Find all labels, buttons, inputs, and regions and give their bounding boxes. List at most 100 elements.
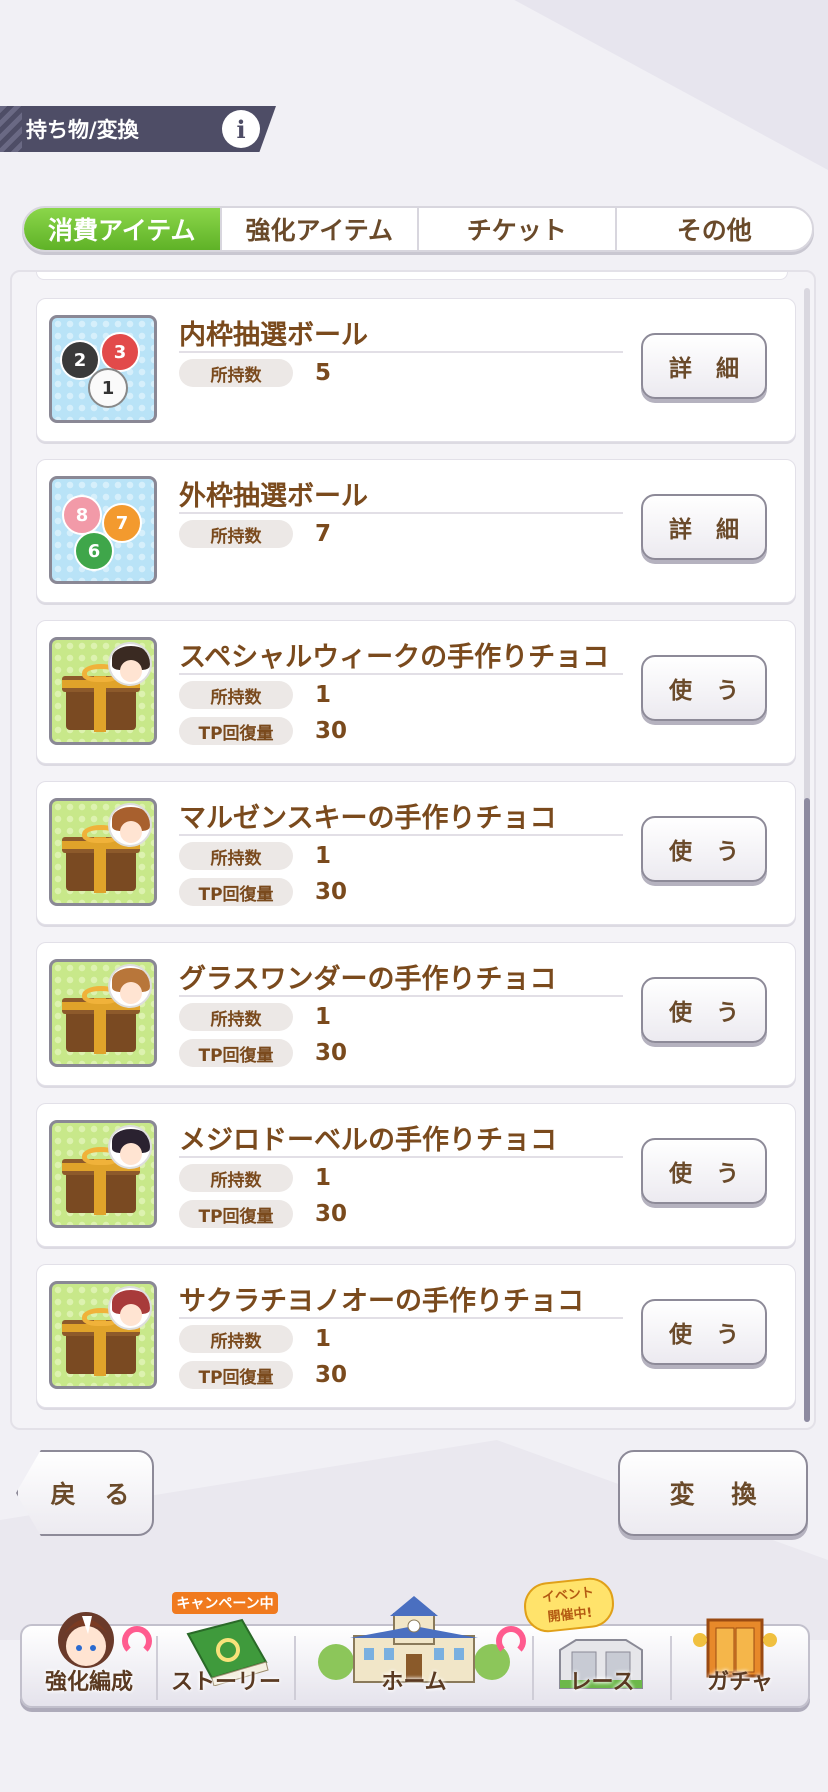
tp-row: TP回復量 30 — [179, 1039, 347, 1067]
back-button[interactable]: 戻 る — [16, 1450, 154, 1536]
tp-value: 30 — [315, 1201, 348, 1227]
divider — [179, 673, 623, 675]
use-button[interactable]: 使 う — [641, 977, 767, 1043]
item-card: グラスワンダーの手作りチョコ 所持数 1 TP回復量 30 使 う — [36, 942, 796, 1086]
nav-label: レース — [569, 1670, 635, 1695]
tab-others[interactable]: その他 — [614, 208, 813, 250]
owned-count: 1 — [315, 1165, 332, 1191]
chocolate-gift-icon — [49, 1120, 157, 1228]
item-card: スペシャルウィークの手作りチョコ 所持数 1 TP回復量 30 使 う — [36, 620, 796, 764]
item-card: 8 7 6 外枠抽選ボール 所持数 7 詳 細 — [36, 459, 796, 603]
page-title: 持ち物/変換 — [26, 118, 139, 142]
owned-row: 所持数 7 — [179, 520, 331, 548]
tp-row: TP回復量 30 — [179, 1200, 347, 1228]
character-avatar — [108, 642, 152, 686]
nav-label: ホーム — [381, 1670, 447, 1695]
nav-enhance-formation[interactable]: 強化編成 — [22, 1580, 156, 1710]
item-name: マルゼンスキーの手作りチョコ — [179, 803, 557, 834]
item-card: 2 3 1 内枠抽選ボール 所持数 5 詳 細 — [36, 298, 796, 442]
owned-label: 所持数 — [179, 1164, 293, 1192]
item-name: 外枠抽選ボール — [179, 481, 368, 512]
owned-row: 所持数 5 — [179, 359, 331, 387]
owned-row: 所持数 1 — [179, 681, 331, 709]
tab-consumables[interactable]: 消費アイテム — [24, 208, 220, 250]
tp-row: TP回復量 30 — [179, 1361, 347, 1389]
divider — [179, 1317, 623, 1319]
owned-row: 所持数 1 — [179, 1003, 331, 1031]
nav-home[interactable]: ホーム — [296, 1580, 532, 1710]
divider — [179, 995, 623, 997]
ball-icon: 8 — [62, 495, 102, 535]
owned-count: 5 — [315, 360, 332, 386]
convert-button[interactable]: 変 換 — [618, 1450, 808, 1536]
details-button[interactable]: 詳 細 — [641, 494, 767, 560]
owned-row: 所持数 1 — [179, 842, 331, 870]
use-button[interactable]: 使 う — [641, 655, 767, 721]
details-button[interactable]: 詳 細 — [641, 333, 767, 399]
tp-row: TP回復量 30 — [179, 878, 347, 906]
owned-count: 7 — [315, 521, 332, 547]
scrollbar-thumb[interactable] — [804, 798, 810, 1422]
chocolate-gift-icon — [49, 959, 157, 1067]
scrollbar[interactable] — [804, 288, 810, 1422]
owned-label: 所持数 — [179, 359, 293, 387]
category-tabs: 消費アイテム 強化アイテム チケット その他 — [22, 206, 814, 252]
owned-label: 所持数 — [179, 1325, 293, 1353]
tp-label: TP回復量 — [179, 717, 293, 745]
tp-value: 30 — [315, 718, 348, 744]
owned-label: 所持数 — [179, 1003, 293, 1031]
chocolate-gift-icon — [49, 1281, 157, 1389]
tp-label: TP回復量 — [179, 878, 293, 906]
use-button[interactable]: 使 う — [641, 1138, 767, 1204]
owned-label: 所持数 — [179, 681, 293, 709]
nav-label: ガチャ — [707, 1670, 773, 1695]
item-name: スペシャルウィークの手作りチョコ — [179, 642, 610, 673]
nav-story[interactable]: ストーリー — [158, 1580, 294, 1710]
character-avatar — [108, 1286, 152, 1330]
item-name: 内枠抽選ボール — [179, 320, 368, 351]
nav-race[interactable]: レース — [534, 1580, 670, 1710]
info-button[interactable]: i — [222, 110, 260, 148]
notification-horseshoe-icon — [122, 1626, 152, 1656]
owned-label: 所持数 — [179, 520, 293, 548]
item-name: メジロドーベルの手作りチョコ — [179, 1125, 557, 1156]
inner-lottery-balls-icon: 2 3 1 — [49, 315, 157, 423]
owned-row: 所持数 1 — [179, 1164, 331, 1192]
owned-count: 1 — [315, 843, 332, 869]
use-button[interactable]: 使 う — [641, 816, 767, 882]
item-name: グラスワンダーの手作りチョコ — [179, 964, 557, 995]
title-stripes — [0, 106, 22, 152]
item-card: サクラチヨノオーの手作りチョコ 所持数 1 TP回復量 30 使 う — [36, 1264, 796, 1408]
tp-row: TP回復量 30 — [179, 717, 347, 745]
outer-lottery-balls-icon: 8 7 6 — [49, 476, 157, 584]
nav-gacha[interactable]: ガチャ — [672, 1580, 808, 1710]
tp-label: TP回復量 — [179, 1039, 293, 1067]
tp-value: 30 — [315, 1040, 348, 1066]
tp-value: 30 — [315, 879, 348, 905]
character-avatar — [108, 964, 152, 1008]
item-card: マルゼンスキーの手作りチョコ 所持数 1 TP回復量 30 使 う — [36, 781, 796, 925]
divider — [179, 512, 623, 514]
nav-label: ストーリー — [170, 1670, 281, 1695]
divider — [179, 351, 623, 353]
tab-tickets[interactable]: チケット — [417, 208, 615, 250]
previous-item-card-edge — [36, 272, 788, 280]
tp-label: TP回復量 — [179, 1200, 293, 1228]
owned-count: 1 — [315, 1326, 332, 1352]
owned-row: 所持数 1 — [179, 1325, 331, 1353]
chocolate-gift-icon — [49, 798, 157, 906]
nav-label: 強化編成 — [44, 1670, 133, 1695]
item-name: サクラチヨノオーの手作りチョコ — [179, 1286, 584, 1317]
background-shard — [514, 0, 828, 170]
ball-icon: 1 — [88, 368, 128, 408]
ball-icon: 3 — [100, 332, 140, 372]
tab-enhancement-items[interactable]: 強化アイテム — [219, 208, 418, 250]
chocolate-gift-icon — [49, 637, 157, 745]
character-avatar — [108, 1125, 152, 1169]
tp-label: TP回復量 — [179, 1361, 293, 1389]
use-button[interactable]: 使 う — [641, 1299, 767, 1365]
notification-horseshoe-icon — [496, 1626, 526, 1656]
character-avatar — [108, 803, 152, 847]
divider — [179, 1156, 623, 1158]
tp-value: 30 — [315, 1362, 348, 1388]
